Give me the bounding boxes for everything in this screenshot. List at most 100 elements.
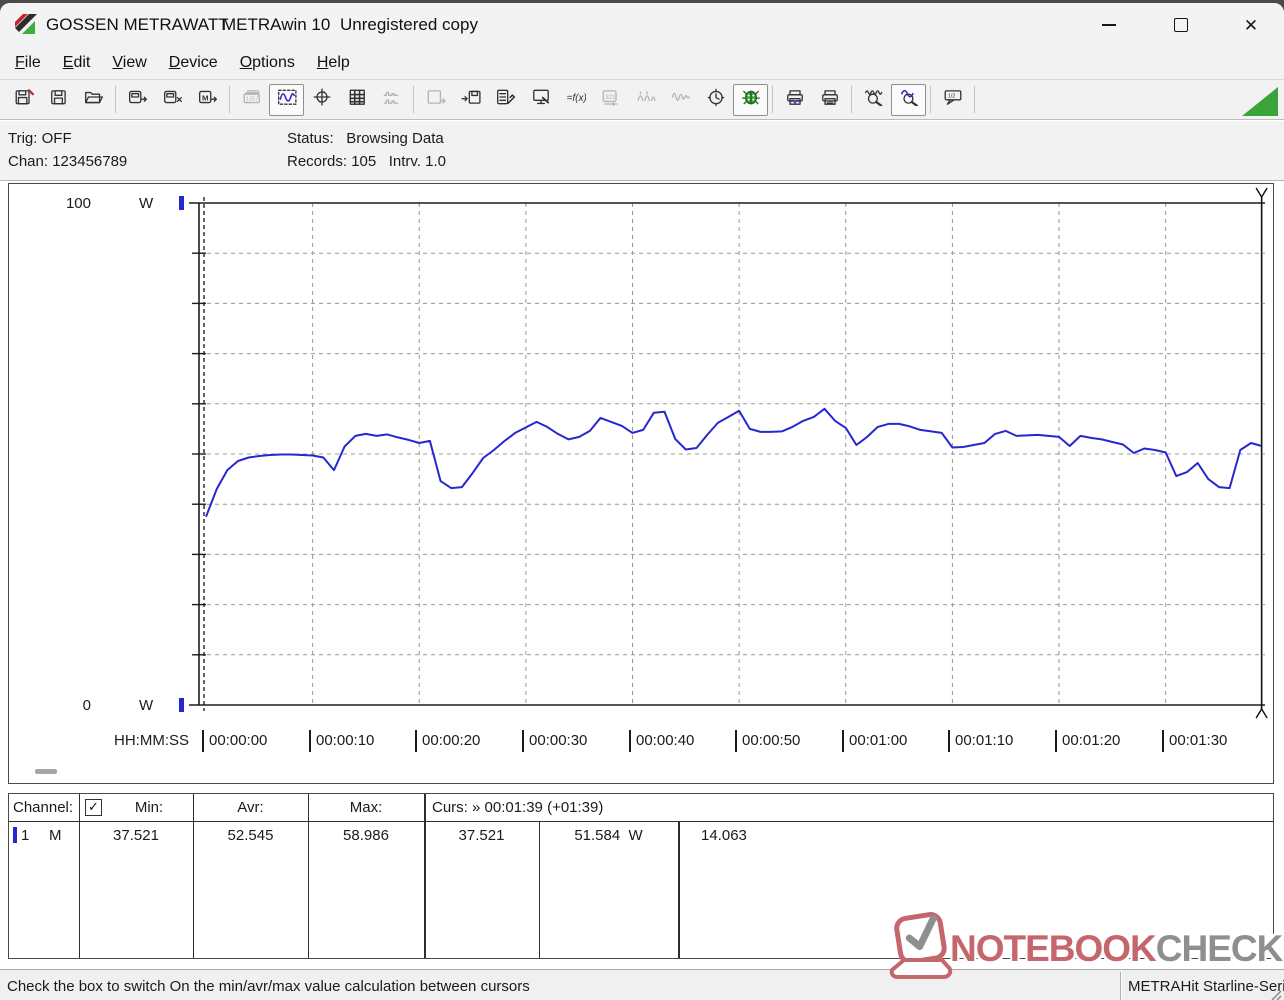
toolbar-separator: [772, 86, 773, 113]
new-file-icon: [14, 88, 34, 111]
minmax-calc-checkbox[interactable]: ✓: [85, 799, 102, 816]
open-folder-icon: [84, 88, 104, 111]
header-channel: Channel:: [13, 799, 74, 816]
zoom-window-button[interactable]: [891, 83, 926, 116]
new-file-button[interactable]: [6, 84, 41, 116]
channel-config-button[interactable]: [488, 84, 523, 116]
ladybug-icon: [741, 88, 761, 111]
x-axis-format-label: HH:MM:SS: [114, 732, 189, 749]
channel-table: Channel: ✓ Min: Avr: Max: Curs: » 00:01:…: [8, 793, 1274, 959]
print-setup-button[interactable]: [812, 84, 847, 116]
zoom-overview-button[interactable]: [856, 84, 891, 116]
x-axis-label-strip: HH:MM:SS 00:00:00 00:00:10 00:00:20 00:00:3…: [9, 730, 1273, 754]
maximize-icon: [1174, 18, 1188, 32]
svg-text:1257: 1257: [246, 97, 258, 103]
filter-wave-button[interactable]: [663, 84, 698, 116]
close-button[interactable]: ✕: [1228, 9, 1274, 41]
data-table-icon: [347, 88, 367, 111]
device-read-button[interactable]: [120, 84, 155, 116]
save-file-button[interactable]: [41, 84, 76, 116]
sine-compare-icon: [636, 88, 656, 111]
header-max: Max:: [349, 799, 383, 816]
digital-display-icon: 1257: [242, 88, 262, 111]
menu-device[interactable]: Device: [158, 51, 229, 75]
status-bar: Check the box to switch On the min/avr/m…: [0, 969, 1284, 1000]
minimize-icon: [1102, 24, 1116, 26]
menu-view[interactable]: View: [101, 51, 157, 75]
view-data-table-button[interactable]: [339, 84, 374, 116]
histogram-icon: [382, 88, 402, 111]
header-avr: Avr:: [237, 799, 264, 816]
header-min: Min:: [134, 799, 164, 816]
xy-chart-icon: [312, 88, 332, 111]
menu-help[interactable]: Help: [306, 51, 361, 75]
horizontal-scrollbar-thumb[interactable]: [35, 769, 57, 774]
toolbar-separator: [229, 86, 230, 113]
title-bar[interactable]: GOSSEN METRAWATT METRAwin 10 Unregistere…: [0, 3, 1284, 46]
monitor-setup-icon: [531, 88, 551, 111]
device-memory-button[interactable]: M: [190, 84, 225, 116]
monitor-setup-button[interactable]: [523, 84, 558, 116]
value-max: 58.986: [343, 827, 389, 844]
acquisition-status-panel: Trig: OFF Chan: 123456789 Status: Browsi…: [0, 121, 1284, 181]
device-disconnect-icon: [163, 88, 183, 111]
y-axis-top-marker: [179, 196, 184, 210]
x-tick-00:00:20: 00:00:20: [415, 730, 480, 752]
menu-edit[interactable]: Edit: [52, 51, 102, 75]
save-device-icon: [460, 88, 481, 111]
info-callout-button[interactable]: 1/2: [935, 84, 970, 116]
open-file-button[interactable]: [76, 84, 111, 116]
print-chart-icon: [785, 88, 805, 111]
y-axis-unit-top: W: [139, 195, 154, 212]
channel-number: 1: [21, 827, 30, 844]
yt-chart-icon: [277, 88, 297, 111]
compare-curves-button[interactable]: [628, 84, 663, 116]
title-license-note: Unregistered copy: [340, 15, 478, 34]
y-axis-max-label: 100: [65, 195, 91, 212]
formula-fx-icon: =f(x): [566, 88, 586, 111]
menu-options[interactable]: Options: [229, 51, 306, 75]
device-321-icon: 321: [601, 88, 621, 111]
view-digital-display-button[interactable]: 1257: [234, 84, 269, 116]
svg-text:=f(x): =f(x): [566, 93, 585, 104]
minimize-button[interactable]: [1086, 9, 1132, 41]
export-display-icon: [426, 88, 446, 111]
export-display-button[interactable]: [418, 84, 453, 116]
view-yt-chart-button[interactable]: [269, 83, 304, 116]
value-cursor-diff: 14.063: [701, 827, 747, 844]
resize-grip[interactable]: [1268, 987, 1282, 1000]
y-axis-unit-bottom: W: [139, 697, 154, 714]
zoom-window-icon: [899, 88, 919, 111]
formula-button[interactable]: =f(x): [558, 84, 593, 116]
menu-file[interactable]: File: [4, 51, 52, 75]
print-chart-button[interactable]: [777, 84, 812, 116]
x-tick-00:00:50: 00:00:50: [735, 730, 800, 752]
svg-text:1/2: 1/2: [947, 94, 955, 100]
power-trace: [205, 407, 1262, 518]
print-setup-icon: [820, 88, 840, 111]
status-bar-message: Check the box to switch On the min/avr/m…: [7, 978, 530, 995]
channel-mode: M: [49, 827, 62, 844]
save-to-device-button[interactable]: [453, 84, 488, 116]
demo-mode-button[interactable]: [733, 83, 768, 116]
close-icon: ✕: [1243, 15, 1259, 35]
device-settings-button[interactable]: 321: [593, 84, 628, 116]
damped-wave-icon: [671, 88, 691, 111]
x-tick-00:00:30: 00:00:30: [522, 730, 587, 752]
app-window: GOSSEN METRAWATT METRAwin 10 Unregistere…: [0, 3, 1284, 1000]
view-xy-chart-button[interactable]: [304, 84, 339, 116]
value-cursor1: 37.521: [458, 827, 505, 844]
power-chart-plot[interactable]: [9, 184, 1273, 783]
maximize-button[interactable]: [1158, 9, 1204, 41]
timer-clock-button[interactable]: [698, 84, 733, 116]
device-memory-icon: M: [198, 88, 218, 111]
value-cursor2: 51.584 W: [574, 827, 643, 844]
y-axis-bottom-marker: [179, 698, 184, 712]
toolbar-separator: [115, 86, 116, 113]
app-logo-icon: [15, 14, 37, 34]
toolbar: M 1257 =f(x) 321 1/2: [0, 79, 1284, 120]
view-histogram-button[interactable]: [374, 84, 409, 116]
x-tick-00:01:10: 00:01:10: [948, 730, 1013, 752]
device-disconnect-button[interactable]: [155, 84, 190, 116]
x-tick-00:00:40: 00:00:40: [629, 730, 694, 752]
